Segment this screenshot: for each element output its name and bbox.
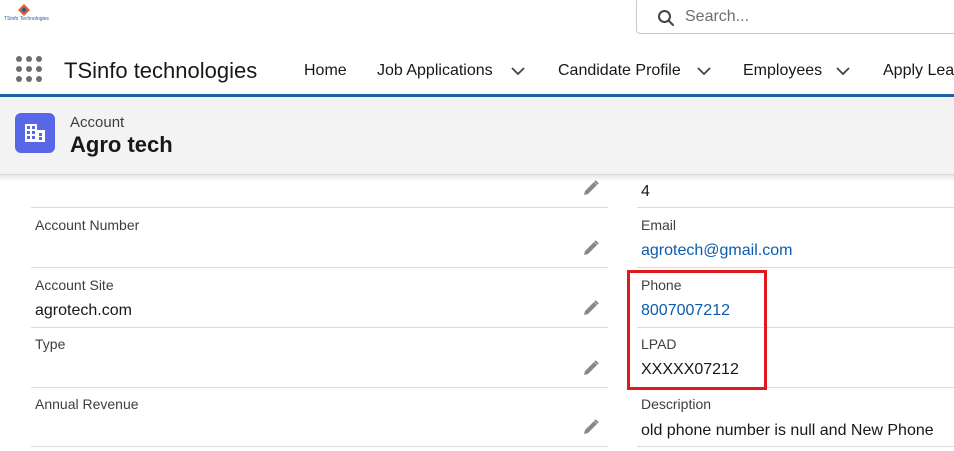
record-title: Agro tech (70, 132, 173, 157)
field-email: Email agrotech@gmail.com (637, 208, 954, 268)
global-search-input[interactable]: Search... (636, 0, 954, 34)
company-logo[interactable]: TSinfo Technologies (4, 4, 49, 26)
app-launcher-icon[interactable] (16, 56, 42, 82)
field-account-number: Account Number (31, 208, 608, 268)
highlight-box (627, 270, 767, 390)
field-value: old phone number is null and New Phone (641, 422, 934, 439)
field-label: Type (35, 336, 66, 352)
field-value: 4 (641, 183, 650, 200)
pencil-icon[interactable] (582, 179, 600, 197)
pencil-icon[interactable] (582, 418, 600, 436)
chevron-down-icon[interactable] (836, 66, 850, 76)
email-link[interactable]: agrotech@gmail.com (641, 242, 792, 260)
pencil-icon[interactable] (582, 299, 600, 317)
field-account-site: Account Site agrotech.com (31, 268, 608, 328)
field-row: 4 (637, 175, 954, 208)
nav-item-apply-leave[interactable]: Apply Leave (883, 62, 954, 80)
field-label: Annual Revenue (35, 396, 139, 412)
app-navigation: TSinfo technologies Home Job Application… (0, 40, 954, 94)
record-header: Account Agro tech (0, 97, 954, 175)
logo-text: TSinfo Technologies (4, 16, 49, 22)
nav-item-candidate-profile[interactable]: Candidate Profile (558, 62, 681, 80)
field-type: Type (31, 328, 608, 388)
pencil-icon[interactable] (582, 239, 600, 257)
search-placeholder: Search... (685, 8, 750, 25)
field-label: Description (641, 396, 712, 412)
field-row (31, 175, 608, 208)
field-label: Email (641, 217, 677, 233)
chevron-down-icon[interactable] (697, 66, 711, 76)
field-annual-revenue: Annual Revenue (31, 388, 608, 447)
global-header: TSinfo Technologies Search... (0, 0, 954, 40)
account-icon (15, 113, 55, 153)
chevron-down-icon[interactable] (511, 66, 525, 76)
app-name: TSinfo technologies (64, 58, 258, 83)
nav-item-employees[interactable]: Employees (743, 62, 822, 80)
field-value: agrotech.com (35, 302, 132, 319)
field-label: Account Site (35, 277, 114, 293)
pencil-icon[interactable] (582, 359, 600, 377)
logo-mark-icon (18, 4, 30, 16)
field-description: Description old phone number is null and… (637, 388, 954, 447)
object-type-label: Account (70, 114, 125, 131)
nav-item-job-applications[interactable]: Job Applications (377, 62, 493, 80)
search-icon (658, 10, 674, 26)
nav-item-home[interactable]: Home (304, 62, 347, 80)
field-label: Account Number (35, 217, 140, 233)
